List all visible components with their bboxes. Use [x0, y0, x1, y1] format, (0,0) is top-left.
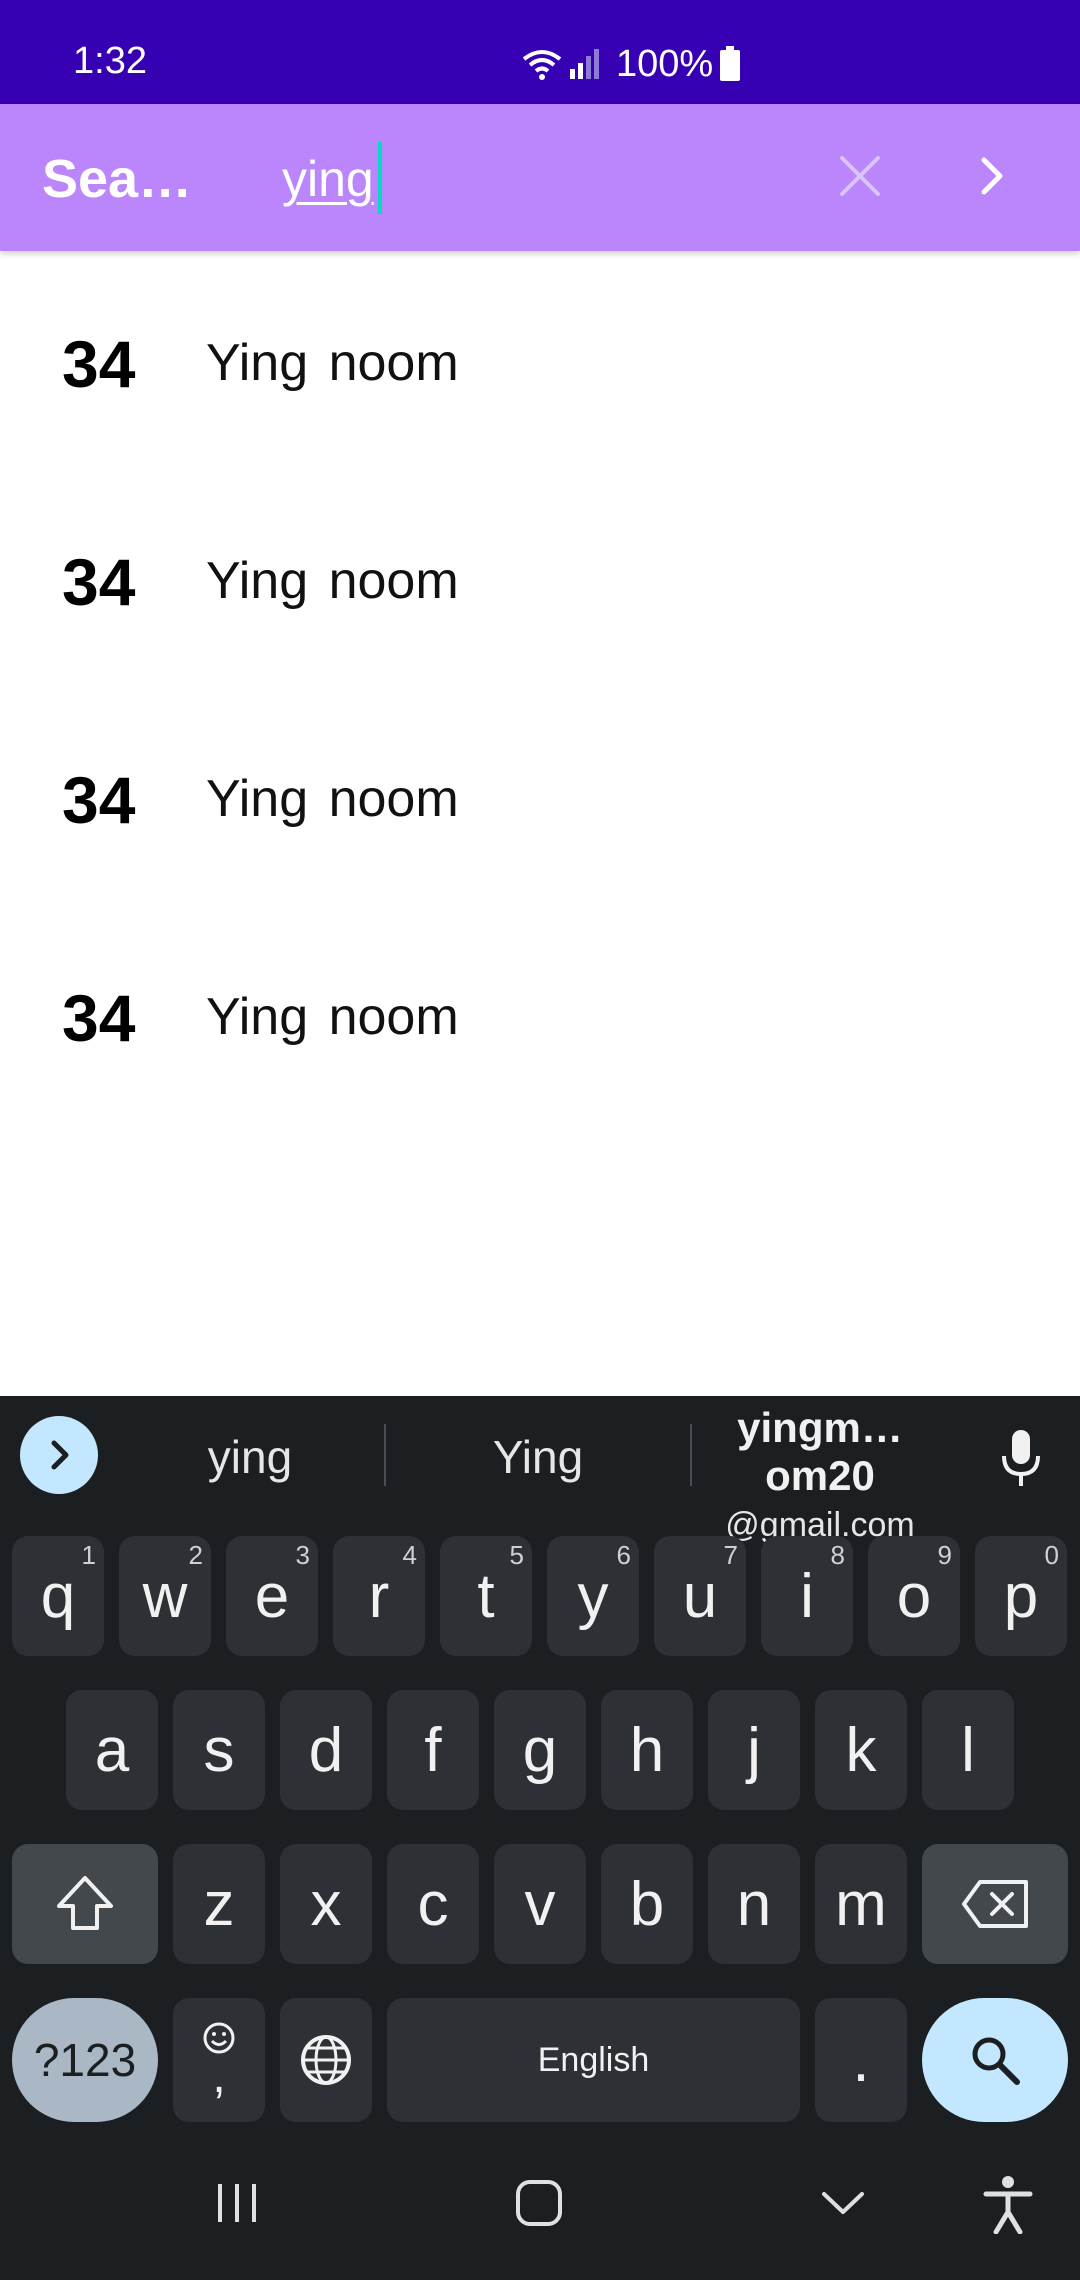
battery-icon [720, 46, 741, 81]
microphone-icon[interactable] [995, 1428, 1047, 1488]
key-hint: 0 [1044, 1540, 1059, 1570]
key-v[interactable]: v [494, 1844, 586, 1964]
suggestion-divider [690, 1424, 692, 1486]
key-m[interactable]: m [815, 1844, 907, 1964]
suggestion-bar: ying Ying yingm…om20 @gmail.com [0, 1396, 1080, 1544]
status-icons: 100% [520, 36, 741, 92]
key-g[interactable]: g [494, 1690, 586, 1810]
key-hint: 7 [723, 1540, 738, 1570]
list-item[interactable]: 34 Ying noom [0, 687, 1080, 905]
key-label: y [577, 1561, 609, 1631]
key-s[interactable]: s [173, 1690, 265, 1810]
key-hint: 5 [509, 1540, 524, 1570]
suggestion-3[interactable]: yingm…om20 @gmail.com [700, 1404, 940, 1545]
key-p[interactable]: p0 [975, 1536, 1067, 1656]
key-t[interactable]: t5 [440, 1536, 532, 1656]
navigation-bar [0, 2136, 1080, 2280]
search-input[interactable]: ying [282, 150, 374, 208]
status-time: 1:32 [73, 40, 147, 82]
key-label: e [254, 1561, 290, 1631]
key-label: p [1003, 1561, 1039, 1631]
key-j[interactable]: j [708, 1690, 800, 1810]
key-l[interactable]: l [922, 1690, 1014, 1810]
key-h[interactable]: h [601, 1690, 693, 1810]
key-hint: 8 [830, 1540, 845, 1570]
key-r[interactable]: r4 [333, 1536, 425, 1656]
key-k[interactable]: k [815, 1690, 907, 1810]
globe-icon [301, 2035, 351, 2085]
signal-icon [570, 49, 599, 79]
app-bar: Sear… ying [0, 104, 1080, 251]
key-label: q [40, 1561, 76, 1631]
text-cursor [378, 142, 382, 214]
comma-key[interactable]: , [173, 1998, 265, 2122]
chevron-right-icon [51, 1440, 69, 1470]
page-title: Sear… [42, 149, 212, 209]
key-hint: 4 [402, 1540, 417, 1570]
result-name: Ying noom [206, 770, 459, 828]
key-label: w [142, 1561, 188, 1631]
chevron-down-icon[interactable] [818, 2186, 868, 2220]
accessibility-icon[interactable] [982, 2174, 1034, 2234]
battery-percent: 100% [616, 42, 714, 85]
suggestion-1[interactable]: ying [130, 1430, 370, 1484]
result-name: Ying noom [206, 334, 459, 392]
suggestion-2[interactable]: Ying [418, 1430, 658, 1484]
result-name: Ying noom [206, 988, 459, 1046]
result-number: 34 [62, 545, 136, 619]
key-c[interactable]: c [387, 1844, 479, 1964]
key-o[interactable]: o9 [868, 1536, 960, 1656]
key-hint: 9 [937, 1540, 952, 1570]
key-b[interactable]: b [601, 1844, 693, 1964]
suggestion-email-line1: yingm…om20 [737, 1404, 903, 1499]
key-x[interactable]: x [280, 1844, 372, 1964]
symbols-key[interactable]: ?123 [12, 1998, 158, 2122]
backspace-icon [962, 1880, 1028, 1928]
wifi-icon [522, 50, 562, 80]
key-u[interactable]: u7 [654, 1536, 746, 1656]
key-label: u [682, 1561, 718, 1631]
list-item[interactable]: 34 Ying noom [0, 469, 1080, 687]
toolbar-toggle-button[interactable] [20, 1416, 98, 1494]
search-icon [972, 2037, 1020, 2085]
home-icon[interactable] [514, 2178, 564, 2228]
comma-label: , [212, 2050, 226, 2103]
list-item[interactable]: 34 Ying noom [0, 905, 1080, 1123]
key-hint: 6 [616, 1540, 631, 1570]
status-bar: 1:32 100% [0, 0, 1080, 104]
space-key[interactable]: English [387, 1998, 800, 2122]
key-label: r [368, 1561, 390, 1631]
key-n[interactable]: n [708, 1844, 800, 1964]
key-label: i [800, 1561, 814, 1631]
shift-icon [57, 1876, 113, 1930]
shift-key[interactable] [12, 1844, 158, 1964]
key-d[interactable]: d [280, 1690, 372, 1810]
key-hint: 2 [188, 1540, 203, 1570]
result-number: 34 [62, 981, 136, 1055]
key-a[interactable]: a [66, 1690, 158, 1810]
result-number: 34 [62, 763, 136, 837]
language-key[interactable] [280, 1998, 372, 2122]
key-z[interactable]: z [173, 1844, 265, 1964]
result-name: Ying noom [206, 552, 459, 610]
backspace-key[interactable] [922, 1844, 1068, 1964]
result-number: 34 [62, 327, 136, 401]
period-key[interactable]: . [815, 1998, 907, 2122]
close-icon[interactable] [834, 150, 886, 202]
chevron-right-icon[interactable] [960, 144, 1024, 208]
suggestion-divider [384, 1424, 386, 1486]
key-f[interactable]: f [387, 1690, 479, 1810]
list-item[interactable]: 34 Ying noom [0, 251, 1080, 469]
key-w[interactable]: w2 [119, 1536, 211, 1656]
recent-apps-icon[interactable] [214, 2180, 260, 2226]
search-key[interactable] [922, 1998, 1068, 2122]
key-i[interactable]: i8 [761, 1536, 853, 1656]
key-e[interactable]: e3 [226, 1536, 318, 1656]
key-label: o [896, 1561, 932, 1631]
key-q[interactable]: q1 [12, 1536, 104, 1656]
key-hint: 3 [295, 1540, 310, 1570]
key-hint: 1 [81, 1540, 96, 1570]
key-y[interactable]: y6 [547, 1536, 639, 1656]
key-label: t [477, 1561, 495, 1631]
